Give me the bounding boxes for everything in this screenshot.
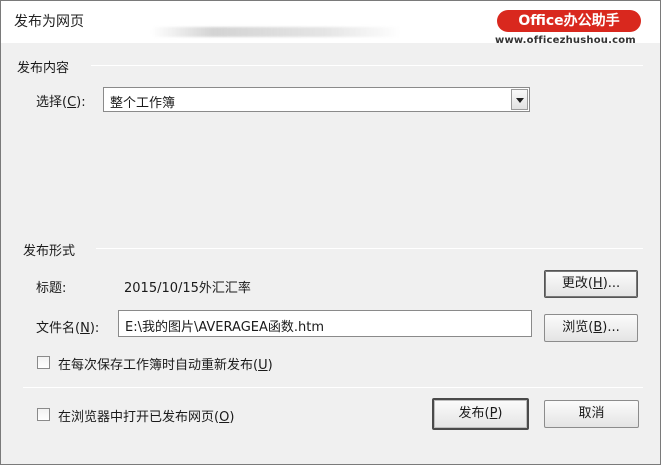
autorepublish-label[interactable]: 在每次保存工作簿时自动重新发布(U) (58, 354, 273, 373)
filename-label: 文件名(N): (36, 321, 100, 336)
publish-content-section-title: 发布内容 (17, 61, 70, 76)
watermark-url: www.officezhushou.com (495, 35, 636, 46)
browse-button[interactable]: 浏览(B)... (544, 314, 638, 342)
publish-format-divider (96, 248, 643, 249)
dropdown-arrow-icon[interactable] (511, 89, 528, 110)
blurred-background-text (151, 27, 401, 37)
autorepublish-checkbox[interactable] (37, 356, 50, 369)
filename-input[interactable]: E:\我的图片\AVERAGEA函数.htm (118, 310, 532, 337)
title-label: 标题: (36, 281, 67, 296)
title-bar[interactable]: 发布为网页 Office办公助手 www.officezhushou.com (1, 1, 660, 46)
publish-content-select-value: 整个工作簿 (110, 96, 176, 111)
window-title: 发布为网页 (14, 14, 84, 30)
open-in-browser-checkbox[interactable] (37, 408, 50, 421)
filename-input-value: E:\我的图片\AVERAGEA函数.htm (125, 320, 325, 335)
title-value: 2015/10/15外汇汇率 (124, 281, 251, 296)
watermark-logo: Office办公助手 (497, 10, 641, 32)
footer-divider (23, 387, 643, 388)
select-label: 选择(C): (36, 95, 86, 110)
publish-content-divider (91, 65, 643, 66)
publish-as-webpage-dialog: 发布为网页 Office办公助手 www.officezhushou.com 发… (0, 0, 661, 465)
publish-format-section-title: 发布形式 (23, 244, 76, 259)
publish-content-select[interactable]: 整个工作簿 (103, 87, 530, 112)
publish-button[interactable]: 发布(P) (432, 398, 529, 430)
cancel-button[interactable]: 取消 (544, 400, 639, 428)
open-in-browser-label[interactable]: 在浏览器中打开已发布网页(O) (58, 406, 234, 425)
change-title-button[interactable]: 更改(H)... (544, 270, 638, 298)
